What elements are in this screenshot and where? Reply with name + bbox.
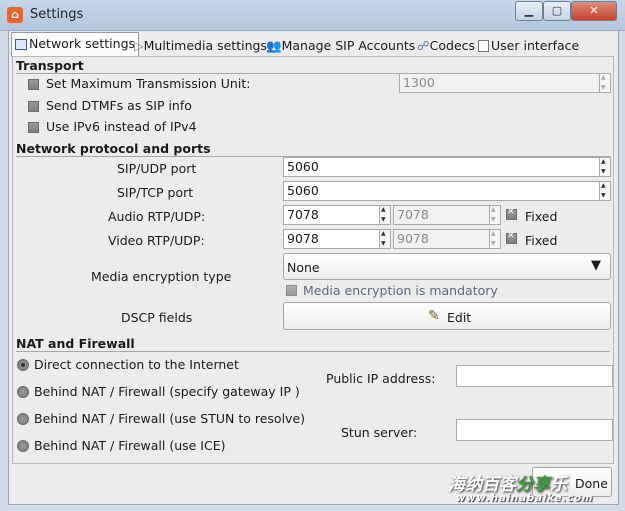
video-rtp-max-spinner[interactable] xyxy=(490,229,501,249)
mtu-spinner[interactable] xyxy=(600,73,611,93)
close-button[interactable]: ✕ xyxy=(571,1,617,21)
sip-tcp-port-label: SIP/TCP port xyxy=(117,185,194,200)
done-button[interactable]: Done xyxy=(532,467,612,497)
mtu-checkbox[interactable] xyxy=(28,79,39,90)
nat-ice-radio[interactable] xyxy=(17,440,29,452)
linphone-icon: ⌂ xyxy=(7,7,23,23)
stun-server-label: Stun server: xyxy=(341,425,418,440)
audio-fixed-checkbox[interactable] xyxy=(506,207,517,220)
title-bar: ⌂ Settings ▁ ▢ ✕ xyxy=(0,0,625,31)
network-section-title: Network protocol and ports xyxy=(16,141,211,156)
minimize-icon: ▁ xyxy=(524,4,534,17)
tab-user-interface[interactable]: User interface xyxy=(474,34,583,58)
nat-stun-label: Behind NAT / Firewall (use STUN to resol… xyxy=(34,411,306,426)
nat-direct-radio[interactable] xyxy=(17,359,29,371)
ipv6-label: Use IPv6 instead of IPv4 xyxy=(46,119,197,134)
window-title: Settings xyxy=(30,7,84,22)
nat-gateway-label: Behind NAT / Firewall (specify gateway I… xyxy=(34,384,300,399)
tab-manage-sip-accounts[interactable]: 👥Manage SIP Accounts xyxy=(262,34,419,58)
video-rtp-min-spinner[interactable] xyxy=(380,229,391,249)
nat-gateway-radio[interactable] xyxy=(17,386,29,398)
dscp-fields-label: DSCP fields xyxy=(121,310,193,325)
network-settings-panel: Transport Set Maximum Transmission Unit:… xyxy=(12,56,614,464)
sip-udp-port-spinner[interactable] xyxy=(600,157,611,177)
public-ip-label: Public IP address: xyxy=(326,371,436,386)
nat-section-title: NAT and Firewall xyxy=(16,336,135,351)
sip-udp-port-input[interactable]: 5060 xyxy=(283,157,600,177)
media-encryption-value: None xyxy=(287,260,320,275)
tab-multimedia-settings[interactable]: ▷Multimedia settings xyxy=(130,34,271,58)
dtmf-sip-info-label: Send DTMFs as SIP info xyxy=(46,98,192,113)
edit-label: Edit xyxy=(447,310,472,325)
dscp-edit-button[interactable]: ✎ Edit xyxy=(283,302,611,330)
accounts-icon: 👥 xyxy=(266,38,282,53)
tab-codecs[interactable]: ☍Codecs xyxy=(413,34,479,58)
dtmf-sip-info-checkbox[interactable] xyxy=(28,101,39,112)
media-encryption-dropdown[interactable]: None ▼ xyxy=(283,253,611,280)
video-fixed-checkbox[interactable] xyxy=(506,231,517,244)
mtu-input[interactable]: 1300 xyxy=(399,73,600,93)
audio-rtp-max-input[interactable]: 7078 xyxy=(393,205,490,225)
nat-ice-label: Behind NAT / Firewall (use ICE) xyxy=(34,438,226,453)
video-rtp-min-input[interactable]: 9078 xyxy=(283,229,380,249)
audio-fixed-label: Fixed xyxy=(525,209,558,224)
settings-dialog: Network settings ▷Multimedia settings 👥M… xyxy=(8,30,619,505)
encryption-mandatory-label: Media encryption is mandatory xyxy=(303,283,498,298)
audio-rtp-max-spinner[interactable] xyxy=(490,205,501,225)
chevron-down-icon: ▼ xyxy=(591,258,601,273)
maximize-icon: ▢ xyxy=(551,4,563,17)
media-encryption-label: Media encryption type xyxy=(91,269,232,284)
encryption-mandatory-checkbox[interactable] xyxy=(286,285,297,296)
stun-server-input[interactable] xyxy=(456,419,613,441)
done-label: Done xyxy=(575,476,608,491)
video-rtp-max-input[interactable]: 9078 xyxy=(393,229,490,249)
maximize-button[interactable]: ▢ xyxy=(543,1,571,21)
audio-rtp-label: Audio RTP/UDP: xyxy=(108,209,206,224)
transport-section-title: Transport xyxy=(16,58,84,73)
sip-tcp-port-spinner[interactable] xyxy=(600,181,611,201)
sip-tcp-port-input[interactable]: 5060 xyxy=(283,181,600,201)
divider xyxy=(16,351,610,352)
network-icon xyxy=(15,39,27,50)
audio-rtp-min-spinner[interactable] xyxy=(380,205,391,225)
minimize-button[interactable]: ▁ xyxy=(515,1,543,21)
close-icon: ✕ xyxy=(589,4,599,17)
tab-network-settings[interactable]: Network settings xyxy=(11,32,140,57)
audio-rtp-min-input[interactable]: 7078 xyxy=(283,205,380,225)
nat-stun-radio[interactable] xyxy=(17,413,29,425)
mtu-label: Set Maximum Transmission Unit: xyxy=(46,76,251,91)
ipv6-checkbox[interactable] xyxy=(28,122,39,133)
video-fixed-label: Fixed xyxy=(525,233,558,248)
nat-direct-label: Direct connection to the Internet xyxy=(34,357,239,372)
codecs-icon: ☍ xyxy=(417,38,430,53)
play-icon: ▷ xyxy=(134,38,144,53)
video-rtp-label: Video RTP/UDP: xyxy=(108,233,205,248)
sip-udp-port-label: SIP/UDP port xyxy=(117,161,197,176)
edit-icon: ✎ xyxy=(428,308,440,324)
public-ip-input[interactable] xyxy=(456,365,613,387)
ui-icon xyxy=(478,40,489,52)
